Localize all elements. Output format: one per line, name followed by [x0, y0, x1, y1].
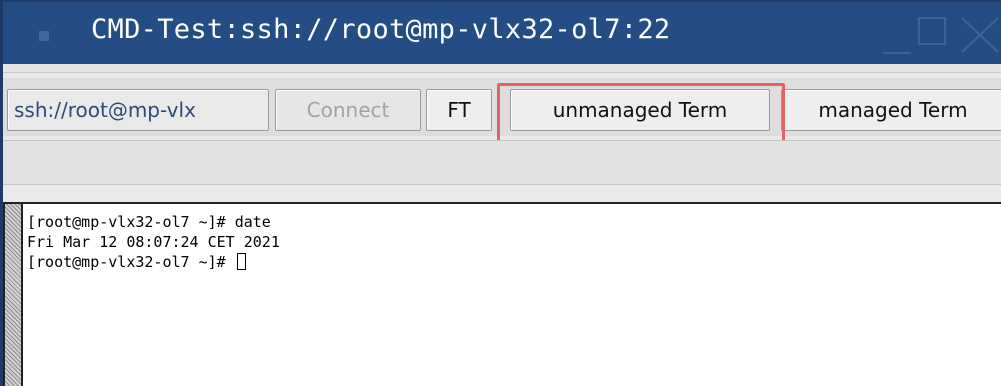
- maximize-icon[interactable]: [918, 17, 946, 45]
- terminal-scrollbar[interactable]: [5, 204, 23, 386]
- terminal-line: [root@mp-vlx32-ol7 ~]# date: [27, 213, 271, 231]
- terminal-prompt-line: [root@mp-vlx32-ol7 ~]#: [27, 252, 280, 272]
- window-menu-icon[interactable]: [39, 31, 49, 41]
- managed-term-button[interactable]: managed Term: [781, 89, 1001, 131]
- minimize-icon[interactable]: [883, 52, 911, 54]
- close-icon[interactable]: [958, 14, 1001, 54]
- connect-button[interactable]: Connect: [275, 89, 421, 131]
- ft-button[interactable]: FT: [426, 89, 492, 131]
- menu-strip: [3, 64, 1001, 73]
- terminal-line: Fri Mar 12 08:07:24 CET 2021: [27, 233, 280, 251]
- app-window: CMD-Test:ssh://root@mp-vlx32-ol7:22 ssh:…: [0, 0, 1001, 386]
- window-title: CMD-Test:ssh://root@mp-vlx32-ol7:22: [91, 14, 671, 45]
- title-bar[interactable]: CMD-Test:ssh://root@mp-vlx32-ol7:22: [3, 2, 1001, 64]
- toolbar: ssh://root@mp-vlx Connect FT unmanaged T…: [3, 78, 1001, 136]
- terminal-output: [root@mp-vlx32-ol7 ~]# date Fri Mar 12 0…: [27, 212, 280, 272]
- terminal-cursor: [236, 253, 246, 270]
- connection-url-field[interactable]: ssh://root@mp-vlx: [7, 89, 269, 131]
- status-strip: [3, 140, 1001, 185]
- terminal-prompt: [root@mp-vlx32-ol7 ~]#: [27, 253, 235, 271]
- unmanaged-term-button[interactable]: unmanaged Term: [510, 89, 770, 131]
- client-area: ssh://root@mp-vlx Connect FT unmanaged T…: [3, 64, 1001, 386]
- terminal-pane[interactable]: [root@mp-vlx32-ol7 ~]# date Fri Mar 12 0…: [3, 202, 1001, 386]
